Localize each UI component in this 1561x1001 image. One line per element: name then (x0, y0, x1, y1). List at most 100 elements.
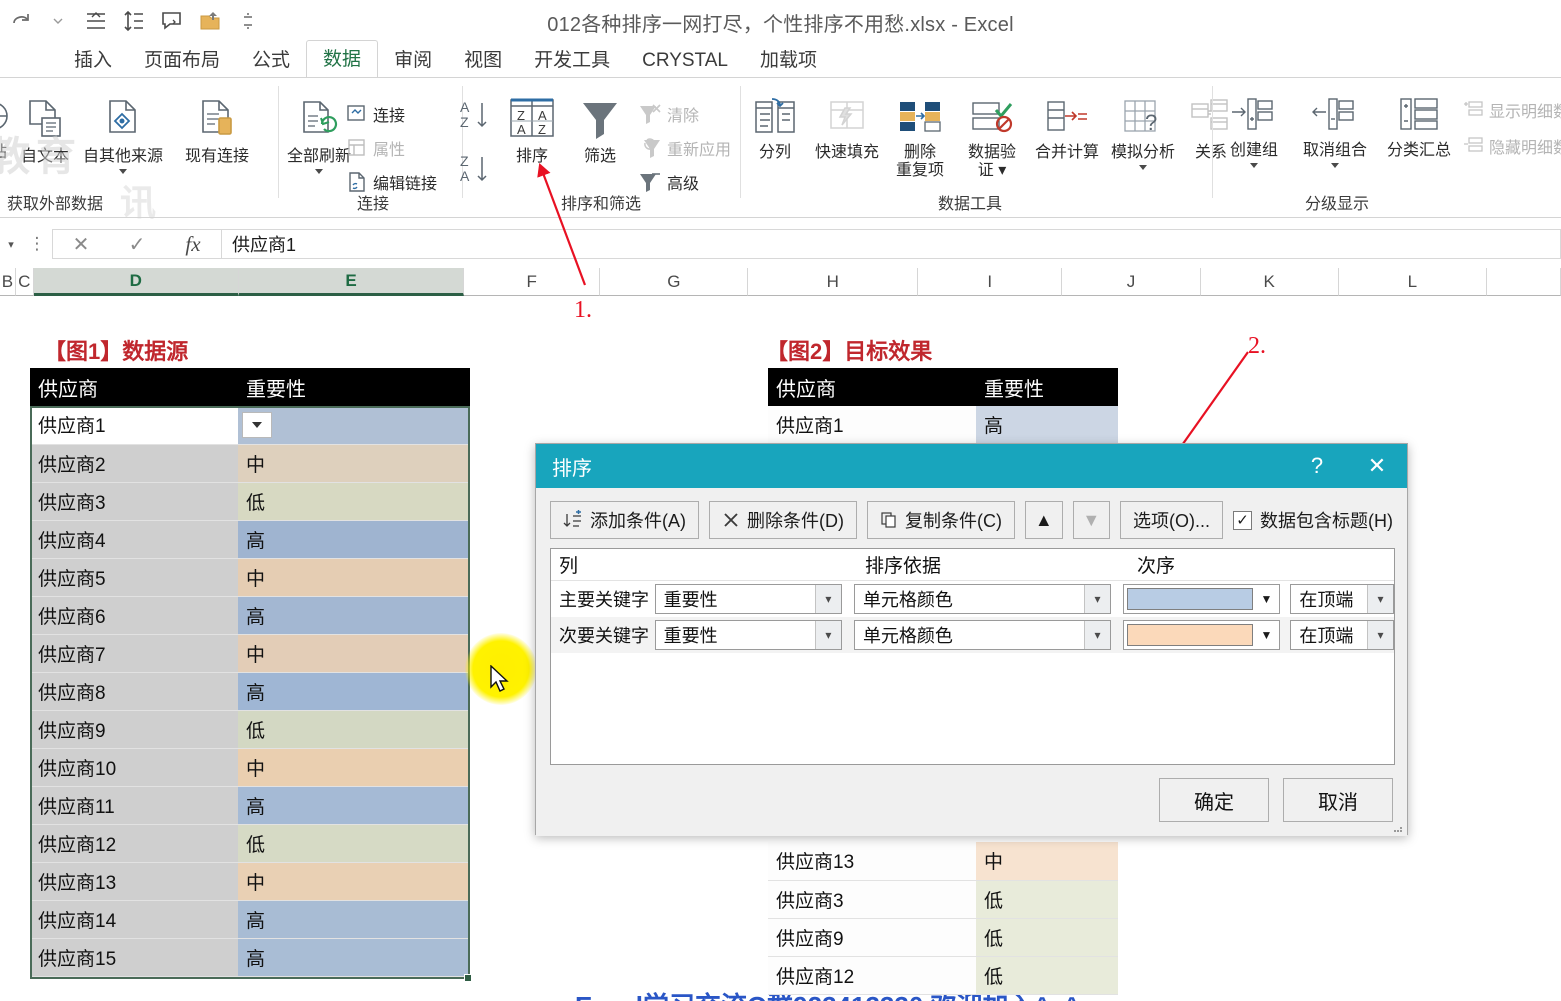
ribbon-button-existing-connections[interactable]: 现有连接 (172, 96, 262, 166)
figure1-cell-importance[interactable]: 高 (238, 672, 470, 711)
table-row[interactable]: 供应商8 高 (30, 672, 470, 711)
figure1-cell-importance[interactable]: 高 (238, 938, 470, 977)
sort-order-color-select[interactable]: ▼ (1122, 620, 1281, 650)
sort-on-select[interactable]: 单元格颜色 ▾ (853, 620, 1111, 650)
column-header-B[interactable]: B (0, 268, 16, 296)
figure2-cell-supplier[interactable]: 供应商1 (768, 406, 976, 445)
tab-addins[interactable]: 加载项 (744, 42, 833, 78)
formula-input[interactable]: 供应商1 (221, 229, 1561, 259)
tab-developer[interactable]: 开发工具 (518, 42, 626, 78)
ribbon-button-reapply[interactable]: 重新应用 (638, 136, 731, 160)
column-header-K[interactable]: K (1200, 268, 1339, 296)
sort-level-row[interactable]: 次要关键字 重要性 ▾ 单元格颜色 ▾ ▼ 在顶端 ▾ (551, 617, 1394, 653)
column-header-L[interactable]: L (1338, 268, 1487, 296)
column-header-H[interactable]: H (748, 268, 919, 296)
options-button[interactable]: 选项(O)... (1120, 501, 1223, 539)
figure1-cell-importance[interactable]: 低 (238, 710, 470, 749)
filter-dropdown-button[interactable] (242, 411, 272, 438)
sort-dialog[interactable]: 排序 ? ✕ 添加条件(A) 删除条件(D) 复制条件(C) ▲ ▼ 选项(O)… (535, 443, 1408, 836)
tab-view[interactable]: 视图 (448, 42, 518, 78)
figure1-table[interactable]: 供应商 重要性 供应商1 供应商2 中供应商3 低供应商4 高供应商5 中供应商6 高供应商7 中… (30, 368, 470, 977)
ribbon-button-show-detail[interactable]: 显示明细数据 (1462, 98, 1561, 122)
chevron-down-icon[interactable]: ▾ (1367, 585, 1393, 613)
figure1-cell-importance[interactable]: 中 (238, 862, 470, 901)
column-header-I[interactable]: I (918, 268, 1063, 296)
table-row[interactable]: 供应商1 (30, 406, 470, 445)
tab-page-layout[interactable]: 页面布局 (128, 42, 236, 78)
table-row[interactable]: 供应商12 低 (768, 956, 1118, 995)
ribbon-button-from-text[interactable]: 自文本 (8, 96, 82, 166)
table-row[interactable]: 供应商9 低 (30, 710, 470, 749)
ribbon-button-sort[interactable]: Z A A Z 排序 (498, 94, 566, 166)
sort-on-select[interactable]: 单元格颜色 ▾ (853, 584, 1111, 614)
figure1-cell-supplier[interactable]: 供应商9 (30, 710, 238, 749)
move-up-button[interactable]: ▲ (1025, 501, 1063, 539)
tab-data[interactable]: 数据 (306, 40, 379, 79)
chevron-down-icon[interactable] (315, 168, 323, 174)
column-header-D[interactable]: D (33, 268, 239, 296)
close-icon[interactable]: ✕ (53, 230, 109, 258)
ribbon-button-group[interactable]: 创建组 (1216, 94, 1292, 168)
figure1-cell-supplier[interactable]: 供应商4 (30, 520, 238, 559)
ribbon-button-from-other-sources[interactable]: 自其他来源 (83, 96, 163, 174)
chevron-down-icon[interactable] (1139, 164, 1147, 170)
table-row[interactable]: 供应商3 低 (30, 482, 470, 521)
sort-column-select[interactable]: 重要性 ▾ (654, 620, 842, 650)
ribbon-button-ungroup[interactable]: 取消组合 (1292, 94, 1378, 168)
figure2-cell-supplier[interactable]: 供应商3 (768, 880, 976, 919)
ribbon-button-sort-desc[interactable]: Z A (460, 152, 490, 186)
ribbon-button-what-if-analysis[interactable]: ? 模拟分析 (1106, 94, 1180, 170)
column-header-C[interactable]: C (15, 268, 34, 296)
table-row[interactable]: 供应商9 低 (768, 918, 1118, 957)
table-row[interactable]: 供应商3 低 (768, 880, 1118, 919)
figure2-cell-supplier[interactable]: 供应商12 (768, 956, 976, 995)
table-row[interactable]: 供应商2 中 (30, 444, 470, 483)
column-header-E[interactable]: E (238, 268, 465, 296)
table-row[interactable]: 供应商1 高 (768, 406, 1118, 445)
figure1-cell-supplier[interactable]: 供应商15 (30, 938, 238, 977)
sort-column-select[interactable]: 重要性 ▾ (654, 584, 842, 614)
add-level-button[interactable]: 添加条件(A) (550, 501, 699, 539)
chevron-down-icon[interactable]: ▾ (1083, 585, 1110, 613)
figure1-cell-supplier[interactable]: 供应商5 (30, 558, 238, 597)
figure1-cell-supplier[interactable]: 供应商12 (30, 824, 238, 863)
figure1-cell-supplier[interactable]: 供应商14 (30, 900, 238, 939)
figure2-cell-importance[interactable]: 低 (976, 956, 1118, 995)
figure1-cell-supplier[interactable]: 供应商8 (30, 672, 238, 711)
figure1-cell-importance[interactable]: 低 (238, 482, 470, 521)
figure1-cell-importance[interactable]: 高 (238, 900, 470, 939)
table-row[interactable]: 供应商11 高 (30, 786, 470, 825)
figure2-table-tail[interactable]: 供应商13 中供应商3 低供应商9 低供应商12 低 (768, 842, 1118, 995)
figure1-cell-supplier[interactable]: 供应商10 (30, 748, 238, 787)
figure1-cell-supplier[interactable]: 供应商6 (30, 596, 238, 635)
close-icon[interactable]: ✕ (1347, 444, 1407, 488)
ribbon-button-clear[interactable]: 清除 (638, 102, 699, 126)
chevron-down-icon[interactable]: ▾ (814, 585, 841, 613)
figure2-cell-importance[interactable]: 高 (976, 406, 1118, 445)
ribbon-button-sort-asc[interactable]: A Z (460, 98, 490, 132)
ribbon-button-text-to-columns[interactable]: 分列 (744, 94, 806, 162)
figure1-cell-importance[interactable]: 高 (238, 596, 470, 635)
figure1-cell-supplier[interactable]: 供应商2 (30, 444, 238, 483)
figure2-cell-importance[interactable]: 低 (976, 880, 1118, 919)
table-row[interactable]: 供应商7 中 (30, 634, 470, 673)
chevron-down-icon[interactable]: ▼ (1253, 628, 1279, 642)
copy-level-button[interactable]: 复制条件(C) (867, 501, 1015, 539)
has-header-checkbox-wrap[interactable]: ✓ 数据包含标题(H) (1233, 507, 1393, 533)
ribbon-button-remove-duplicates[interactable]: 删除 重复项 (886, 94, 954, 180)
figure1-cell-importance[interactable]: 中 (238, 558, 470, 597)
sort-order-position-select[interactable]: 在顶端 ▾ (1290, 620, 1394, 650)
chevron-down-icon[interactable]: ▾ (1083, 621, 1110, 649)
move-down-button[interactable]: ▼ (1072, 501, 1110, 539)
figure1-cell-supplier[interactable]: 供应商3 (30, 482, 238, 521)
figure2-table[interactable]: 供应商重要性供应商1高供应商13中供应商3低供应商9低供应商12低 (768, 368, 1118, 445)
ribbon-button-data-validation[interactable]: 数据验 证 ▾ (956, 94, 1028, 180)
table-row[interactable]: 供应商10 中 (30, 748, 470, 787)
table-row[interactable]: 供应商6 高 (30, 596, 470, 635)
check-icon[interactable]: ✓ (109, 230, 165, 258)
table-row[interactable]: 供应商12 低 (30, 824, 470, 863)
selection-fill-handle[interactable] (464, 974, 472, 982)
ribbon-button-hide-detail[interactable]: 隐藏明细数据 (1462, 134, 1561, 158)
figure1-cell-supplier[interactable]: 供应商13 (30, 862, 238, 901)
figure1-cell-importance[interactable]: 低 (238, 824, 470, 863)
